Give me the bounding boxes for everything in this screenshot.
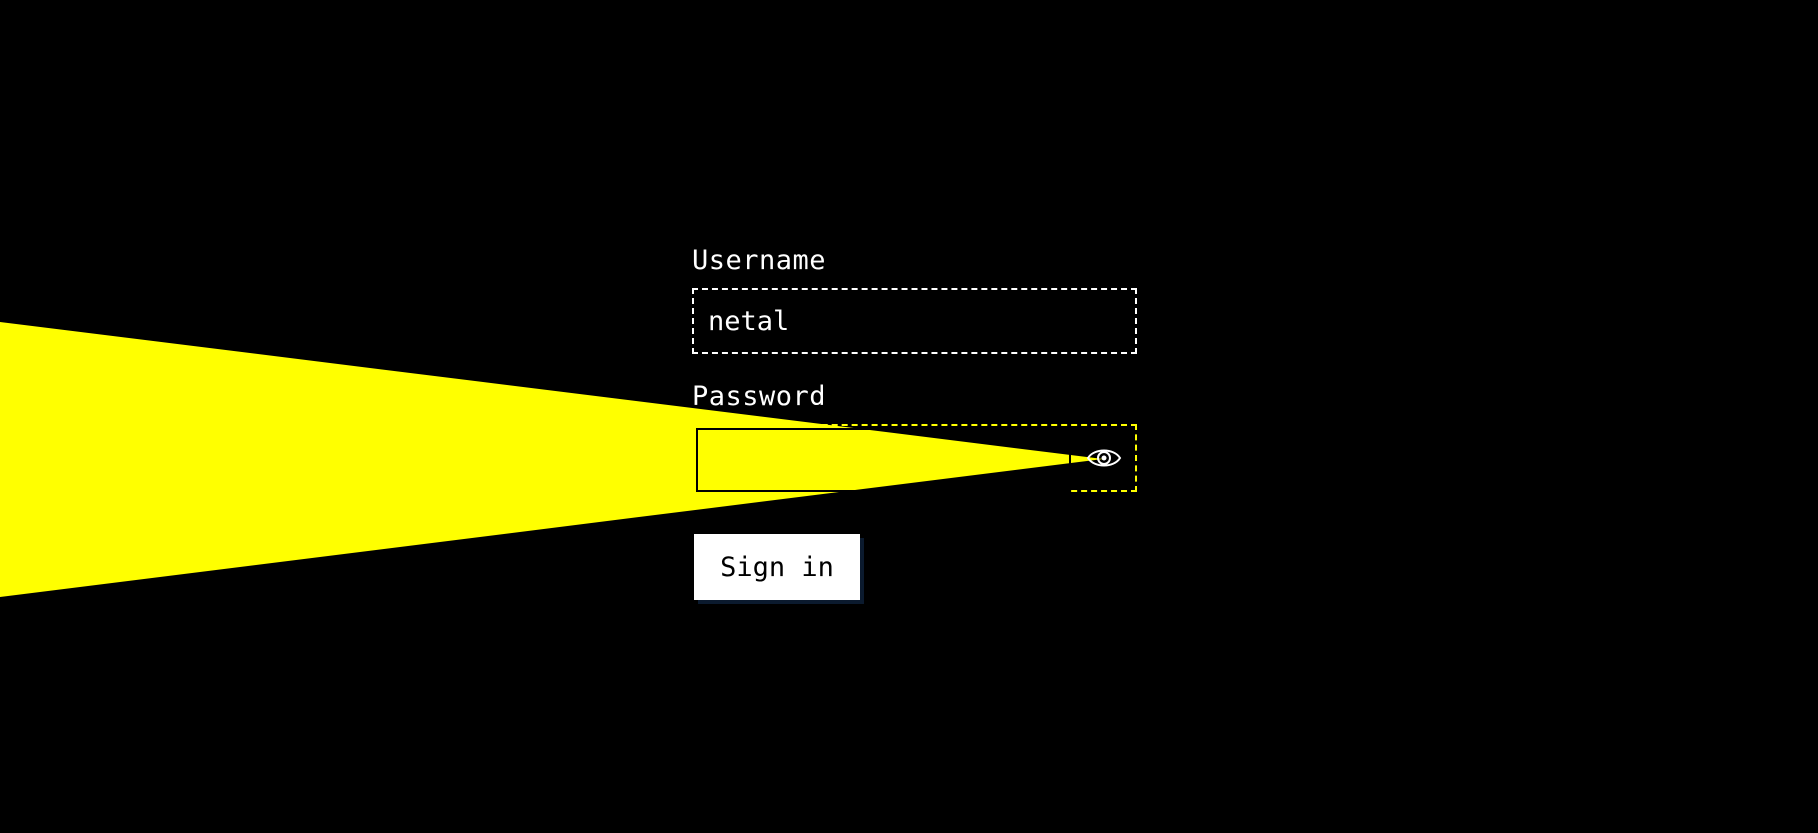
password-field-frame (692, 424, 1137, 492)
sign-in-button[interactable]: Sign in (694, 534, 860, 600)
username-label: Username (692, 245, 827, 276)
password-label: Password (692, 381, 827, 412)
flashlight-beam (0, 322, 1103, 597)
eye-icon[interactable] (1086, 442, 1122, 474)
username-input[interactable] (708, 300, 1118, 342)
password-input[interactable] (696, 428, 1071, 492)
username-field-frame (692, 288, 1137, 354)
